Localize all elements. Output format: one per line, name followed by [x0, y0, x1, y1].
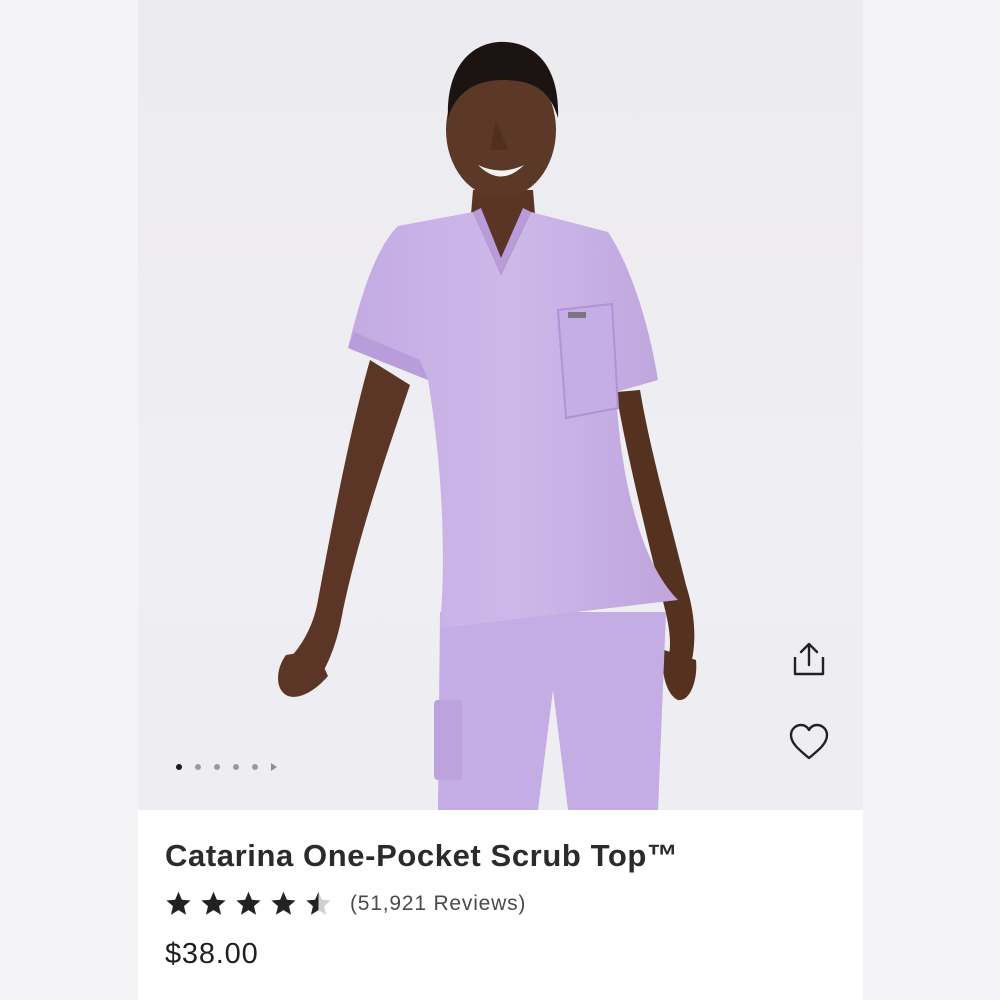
- product-photo: [278, 41, 697, 810]
- left-margin: [0, 0, 138, 1000]
- star-full-icon: [201, 891, 226, 915]
- carousel-dot-1[interactable]: [176, 764, 182, 770]
- star-full-icon: [236, 891, 261, 915]
- share-icon: [793, 642, 825, 676]
- right-margin: [863, 0, 1000, 1000]
- carousel-dot-3[interactable]: [214, 764, 220, 770]
- carousel-dot-5[interactable]: [252, 764, 258, 770]
- carousel-pagination[interactable]: [176, 761, 277, 773]
- share-button[interactable]: [787, 638, 831, 682]
- product-title: Catarina One-Pocket Scrub Top™: [165, 838, 679, 873]
- review-count-link[interactable]: (51,921 Reviews): [350, 892, 526, 916]
- star-rating: [165, 890, 332, 917]
- product-info: Catarina One-Pocket Scrub Top™ (51,921 R…: [138, 810, 863, 1000]
- star-half-icon: [306, 891, 331, 915]
- wishlist-button[interactable]: [787, 720, 831, 764]
- star-full-icon: [271, 891, 296, 915]
- carousel-next-arrow-icon[interactable]: [271, 763, 277, 771]
- product-price: $38.00: [165, 938, 259, 970]
- carousel-dot-2[interactable]: [195, 764, 201, 770]
- heart-outline-icon: [789, 723, 829, 760]
- product-card: Catarina One-Pocket Scrub Top™ (51,921 R…: [138, 0, 863, 1000]
- carousel-dot-4[interactable]: [233, 764, 239, 770]
- product-image-carousel[interactable]: [138, 0, 863, 810]
- star-full-icon: [166, 891, 191, 915]
- rating-row[interactable]: (51,921 Reviews): [165, 890, 526, 917]
